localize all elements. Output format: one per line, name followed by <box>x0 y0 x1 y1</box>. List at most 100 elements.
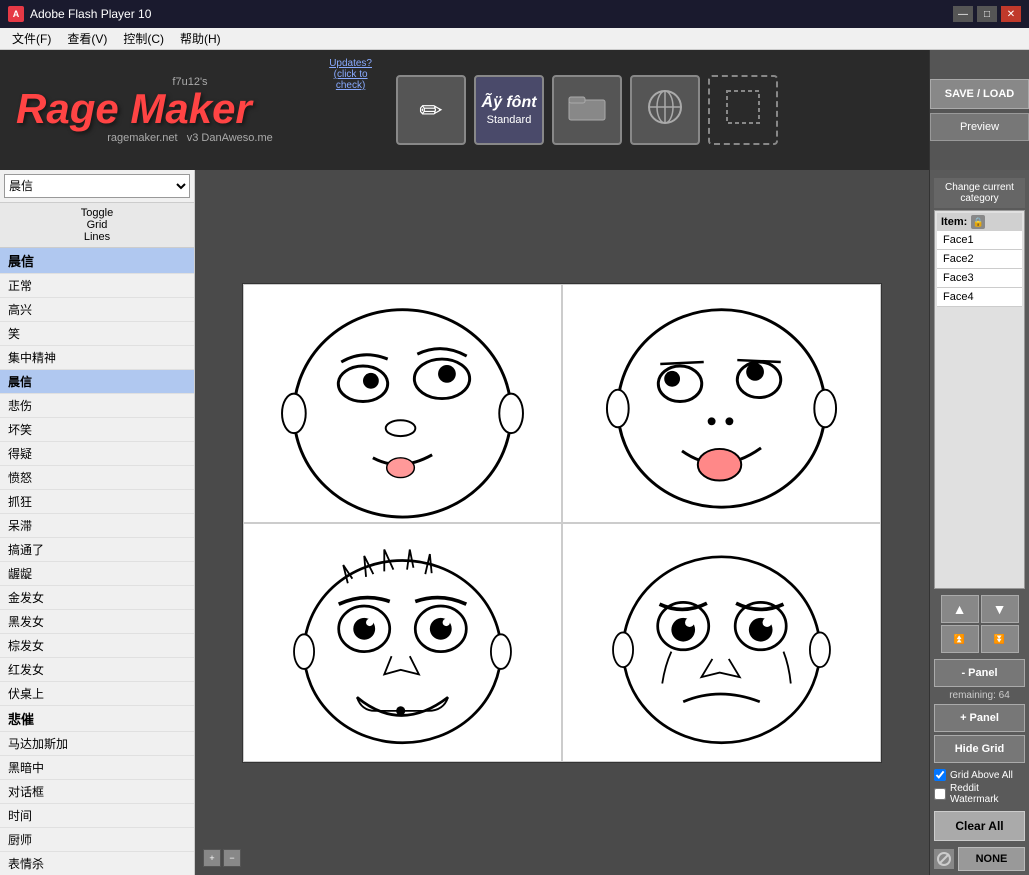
item-label-text: Item: <box>941 216 967 228</box>
category-item-blonde[interactable]: 金发女 <box>0 586 194 610</box>
nav-bottom-button[interactable]: ⏬ <box>981 625 1019 653</box>
category-item-dialog[interactable]: 对话框 <box>0 780 194 804</box>
category-select-container: 晨信 <box>0 170 194 203</box>
preview-button[interactable]: Preview <box>930 113 1029 141</box>
meme-grid <box>242 283 882 763</box>
category-item-dark[interactable]: 黑暗中 <box>0 756 194 780</box>
menu-file[interactable]: 文件(F) <box>4 28 59 49</box>
empty-tool-button[interactable] <box>708 75 778 145</box>
none-icon <box>934 849 954 869</box>
checkboxes-section: Grid Above All Reddit Watermark <box>934 769 1025 805</box>
globe-tool-button[interactable] <box>630 75 700 145</box>
zoom-out-button[interactable]: − <box>223 849 241 867</box>
canvas-area[interactable]: + − <box>195 170 929 875</box>
items-header: Item: 🔒 <box>937 213 1022 231</box>
category-item-chef[interactable]: 厨师 <box>0 828 194 852</box>
folder-icon <box>567 92 607 129</box>
minus-panel-button[interactable]: - Panel <box>934 659 1025 687</box>
category-item-brownhair[interactable]: 棕发女 <box>0 634 194 658</box>
category-item-angry[interactable]: 愤怒 <box>0 466 194 490</box>
grid-above-all-label: Grid Above All <box>950 770 1013 781</box>
save-load-button[interactable]: SAVE / LOAD <box>930 79 1029 109</box>
meme-cell-bottomright[interactable] <box>562 523 881 762</box>
face-item-2[interactable]: Face2 <box>937 250 1022 269</box>
menu-view[interactable]: 查看(V) <box>59 28 115 49</box>
left-sidebar: 晨信 ToggleGridLines 晨信 正常 高兴 笑 集中精神 晨信 悲伤… <box>0 170 195 875</box>
reddit-watermark-label: Reddit Watermark <box>950 783 1025 805</box>
main-content: 晨信 ToggleGridLines 晨信 正常 高兴 笑 集中精神 晨信 悲伤… <box>0 170 1029 875</box>
face-item-3[interactable]: Face3 <box>937 269 1022 288</box>
category-item-crazy[interactable]: 抓狂 <box>0 490 194 514</box>
meme-cell-topright[interactable] <box>562 284 881 523</box>
category-item-gotit[interactable]: 搞通了 <box>0 538 194 562</box>
category-item-chenshin-top[interactable]: 晨信 <box>0 248 194 274</box>
face-item-4[interactable]: Face4 <box>937 288 1022 307</box>
logo-rage: Rage <box>16 85 119 132</box>
header-right-panel: SAVE / LOAD Preview <box>929 50 1029 170</box>
category-item-suspicious[interactable]: 得疑 <box>0 442 194 466</box>
pencil-tool-button[interactable]: ✏ <box>396 75 466 145</box>
meme-cell-bottomleft[interactable] <box>243 523 562 762</box>
logo-version: ragemaker.net v3 DanAweso.me <box>16 132 364 144</box>
logo-maker: Maker <box>130 85 251 132</box>
change-category-label: Change currentcategory <box>934 178 1025 208</box>
face-item-1[interactable]: Face1 <box>937 231 1022 250</box>
category-item-normal[interactable]: 正常 <box>0 274 194 298</box>
plus-panel-button[interactable]: + Panel <box>934 704 1025 732</box>
grid-above-all-row: Grid Above All <box>934 769 1025 781</box>
font-tool-button[interactable]: Ãÿ fônt Standard <box>474 75 544 145</box>
none-button-row: NONE <box>934 847 1025 871</box>
menu-control[interactable]: 控制(C) <box>115 28 172 49</box>
empty-icon <box>723 87 763 134</box>
category-item-redhair[interactable]: 红发女 <box>0 658 194 682</box>
category-item-chenshin[interactable]: 晨信 <box>0 370 194 394</box>
category-item-beicui[interactable]: 悲催 <box>0 706 194 732</box>
remaining-text: remaining: 64 <box>934 690 1025 701</box>
maximize-button[interactable]: □ <box>977 6 997 22</box>
category-item-madagascar[interactable]: 马达加斯加 <box>0 732 194 756</box>
items-section: Item: 🔒 Face1 Face2 Face3 Face4 <box>934 210 1025 589</box>
category-item-dull[interactable]: 呆滞 <box>0 514 194 538</box>
reddit-watermark-row: Reddit Watermark <box>934 783 1025 805</box>
grid-above-all-checkbox[interactable] <box>934 769 946 781</box>
canvas-controls: + − <box>203 849 241 867</box>
right-sidebar: Change currentcategory Item: 🔒 Face1 Fac… <box>929 170 1029 875</box>
menu-help[interactable]: 帮助(H) <box>172 28 229 49</box>
category-item-concentrate[interactable]: 集中精神 <box>0 346 194 370</box>
category-item-happy[interactable]: 高兴 <box>0 298 194 322</box>
toolbar: ✏ Ãÿ fônt Standard <box>380 50 929 170</box>
window-controls: — □ ✕ <box>953 6 1021 22</box>
pencil-icon: ✏ <box>419 94 442 127</box>
logo-area: f7u12's Rage Maker ragemaker.net v3 DanA… <box>0 50 380 170</box>
app-header: f7u12's Rage Maker ragemaker.net v3 DanA… <box>0 50 1029 170</box>
nav-up-button[interactable]: ▲ <box>941 595 979 623</box>
category-list: 晨信 正常 高兴 笑 集中精神 晨信 悲伤 坏笑 得疑 愤怒 抓狂 呆滞 搞通了… <box>0 248 194 875</box>
category-item-time[interactable]: 时间 <box>0 804 194 828</box>
none-button[interactable]: NONE <box>958 847 1025 871</box>
menu-bar: 文件(F) 查看(V) 控制(C) 帮助(H) <box>0 28 1029 50</box>
zoom-in-button[interactable]: + <box>203 849 221 867</box>
nav-down-button[interactable]: ▼ <box>981 595 1019 623</box>
minimize-button[interactable]: — <box>953 6 973 22</box>
hide-grid-button[interactable]: Hide Grid <box>934 735 1025 763</box>
toggle-grid-button[interactable]: ToggleGridLines <box>0 203 194 248</box>
category-item-laugh[interactable]: 笑 <box>0 322 194 346</box>
title-left: A Adobe Flash Player 10 <box>8 6 151 22</box>
clear-all-button[interactable]: Clear All <box>934 811 1025 841</box>
category-item-ondesk[interactable]: 伏桌上 <box>0 682 194 706</box>
close-button[interactable]: ✕ <box>1001 6 1021 22</box>
nav-top-button[interactable]: ⏫ <box>941 625 979 653</box>
category-item-smirk[interactable]: 坏笑 <box>0 418 194 442</box>
category-item-sad[interactable]: 悲伤 <box>0 394 194 418</box>
category-item-blackhair[interactable]: 黑发女 <box>0 610 194 634</box>
folder-tool-button[interactable] <box>552 75 622 145</box>
category-item-filthy[interactable]: 龌龊 <box>0 562 194 586</box>
meme-cell-topleft[interactable] <box>243 284 562 523</box>
updates-link[interactable]: Updates?(click tocheck) <box>329 58 372 91</box>
nav-row-down: ⏫ ⏬ <box>941 625 1019 653</box>
nav-row-up: ▲ ▼ <box>941 595 1019 623</box>
lock-icon: 🔒 <box>971 215 985 229</box>
category-item-emokill[interactable]: 表情杀 <box>0 852 194 875</box>
category-dropdown[interactable]: 晨信 <box>4 174 190 198</box>
reddit-watermark-checkbox[interactable] <box>934 788 946 800</box>
